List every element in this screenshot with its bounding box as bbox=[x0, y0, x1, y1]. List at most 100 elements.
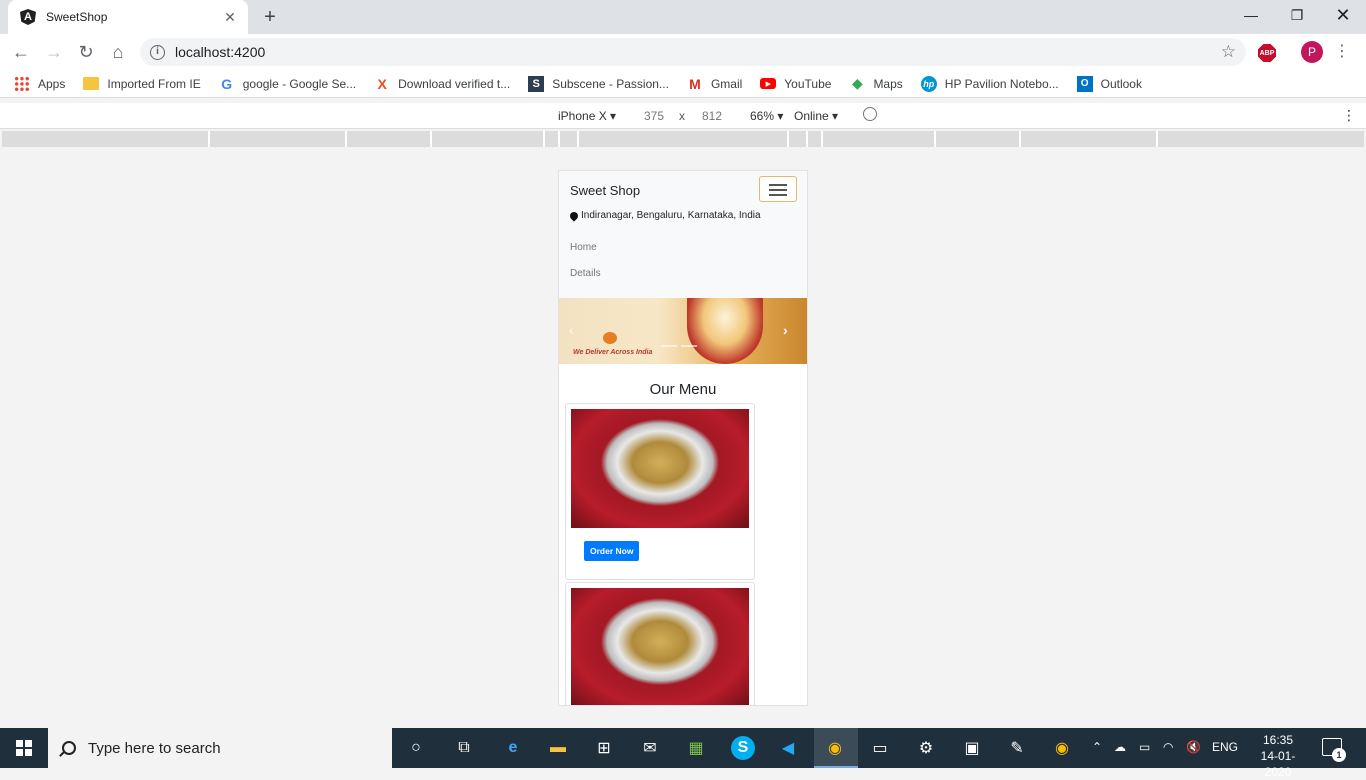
restore-button[interactable]: ❐ bbox=[1274, 0, 1320, 30]
bookmark-maps[interactable]: ◆ Maps bbox=[849, 75, 903, 92]
taskbar-search-placeholder: Type here to search bbox=[88, 739, 221, 757]
hp-icon: hp bbox=[920, 75, 937, 92]
wifi-icon[interactable]: ◠ bbox=[1163, 740, 1173, 754]
onedrive-cloud-icon[interactable]: ☁ bbox=[1114, 740, 1126, 754]
viewport-height-input[interactable]: 812 bbox=[702, 109, 722, 123]
back-arrow-icon[interactable]: ← bbox=[9, 40, 33, 64]
rotate-icon[interactable] bbox=[863, 107, 877, 121]
mail-icon[interactable]: ✉ bbox=[638, 736, 662, 760]
tray-chevron-up-icon[interactable]: ⌃ bbox=[1092, 740, 1102, 754]
site-info-icon[interactable]: i bbox=[150, 44, 165, 60]
reload-icon[interactable]: ↻ bbox=[74, 40, 98, 64]
command-prompt-icon[interactable]: ▣ bbox=[960, 736, 984, 760]
device-more-options-icon[interactable]: ⋮ bbox=[1342, 107, 1356, 124]
browser-tab[interactable]: A SweetShop ✕ bbox=[8, 0, 248, 34]
close-tab-icon[interactable]: ✕ bbox=[222, 9, 238, 26]
taskbar-search[interactable]: Type here to search bbox=[48, 728, 392, 768]
maps-icon: ◆ bbox=[852, 75, 863, 91]
bookmark-label: Maps bbox=[873, 76, 903, 91]
forward-arrow-icon[interactable]: → bbox=[42, 40, 66, 64]
volume-muted-icon[interactable]: 🔇 bbox=[1186, 740, 1201, 754]
bookmark-subscene[interactable]: S Subscene - Passion... bbox=[528, 75, 669, 92]
apps-grid-icon bbox=[14, 75, 30, 92]
navbar-toggler-button[interactable] bbox=[759, 176, 797, 202]
app-navbar: Sweet Shop Indiranagar, Bengaluru, Karna… bbox=[559, 171, 807, 298]
input-language[interactable]: ENG bbox=[1212, 740, 1238, 754]
nav-link-details[interactable]: Details bbox=[570, 268, 601, 279]
chrome-menu-icon[interactable]: ⋮ bbox=[1334, 42, 1350, 62]
new-tab-button[interactable]: + bbox=[258, 6, 282, 28]
system-clock[interactable]: 16:35 14-01-2020 bbox=[1252, 732, 1304, 780]
carousel-next-icon[interactable]: › bbox=[783, 322, 788, 338]
carousel-indicator[interactable] bbox=[681, 345, 697, 347]
chrome-icon[interactable]: ◉ bbox=[1050, 736, 1074, 760]
search-icon bbox=[62, 741, 76, 755]
bookmark-label: Outlook bbox=[1100, 76, 1142, 91]
sticky-notes-icon[interactable]: ▦ bbox=[684, 736, 708, 760]
adblock-plus-icon[interactable]: ABP bbox=[1258, 44, 1276, 62]
angular-favicon-icon: A bbox=[20, 9, 36, 25]
banner-carousel: We Deliver Across India ‹ › bbox=[559, 298, 807, 364]
start-button[interactable] bbox=[0, 728, 48, 768]
chrome-icon[interactable]: ◉ bbox=[823, 736, 847, 760]
vscode-icon[interactable]: ◀ bbox=[776, 736, 800, 760]
bookmark-google[interactable]: Ggoogle - Google Se... bbox=[219, 76, 356, 92]
bookmark-imported-from-ie[interactable]: Imported From IE bbox=[83, 76, 201, 91]
clock-time: 16:35 bbox=[1262, 733, 1294, 747]
file-explorer-icon[interactable]: ▬ bbox=[546, 736, 570, 760]
paint-icon[interactable]: ✎ bbox=[1005, 736, 1029, 760]
media-query-bar[interactable] bbox=[2, 131, 1364, 147]
nav-link-home[interactable]: Home bbox=[570, 242, 597, 253]
bookmark-gmail[interactable]: M Gmail bbox=[687, 76, 742, 92]
address-bar[interactable]: i localhost:4200 ☆ bbox=[140, 38, 1246, 66]
folder-icon bbox=[83, 77, 100, 90]
remote-desktop-icon[interactable]: ▭ bbox=[868, 736, 892, 760]
minimize-button[interactable]: — bbox=[1228, 0, 1274, 30]
bookmark-label: Apps bbox=[38, 76, 66, 91]
brand-name[interactable]: Sweet Shop bbox=[570, 183, 640, 198]
bookmark-outlook[interactable]: O Outlook bbox=[1076, 75, 1142, 92]
media-query-divider bbox=[1156, 131, 1158, 147]
hamburger-line bbox=[769, 194, 787, 196]
bookmark-apps[interactable]: Apps bbox=[14, 75, 66, 92]
location-text: Indiranagar, Bengaluru, Karnataka, India bbox=[581, 210, 761, 221]
bookmark-star-icon[interactable]: ☆ bbox=[1221, 42, 1236, 62]
carousel-indicator[interactable] bbox=[661, 345, 677, 347]
bookmark-download-verified[interactable]: X Download verified t... bbox=[374, 76, 510, 92]
bookmark-label: Subscene - Passion... bbox=[552, 76, 669, 91]
google-icon: G bbox=[221, 75, 233, 92]
viewport-width-input[interactable]: 375 bbox=[644, 109, 664, 123]
gmail-icon: M bbox=[689, 75, 701, 92]
menu-card: Order Now bbox=[565, 403, 755, 580]
menu-card bbox=[565, 582, 755, 705]
media-query-divider bbox=[806, 131, 808, 147]
device-select[interactable]: iPhone X ▾ bbox=[558, 109, 616, 123]
battery-icon[interactable]: ▭ bbox=[1139, 740, 1150, 754]
media-query-divider bbox=[821, 131, 823, 147]
bookmark-label: Imported From IE bbox=[107, 76, 201, 91]
skype-icon[interactable]: S bbox=[731, 736, 755, 760]
carousel-prev-icon[interactable]: ‹ bbox=[569, 322, 574, 338]
network-throttle-select[interactable]: Online ▾ bbox=[794, 109, 838, 123]
bookmark-label: google - Google Se... bbox=[242, 76, 357, 91]
bookmark-label: Gmail bbox=[710, 76, 743, 91]
zoom-value: 66% bbox=[750, 109, 775, 123]
close-window-button[interactable]: ✕ bbox=[1320, 0, 1366, 30]
home-icon[interactable]: ⌂ bbox=[106, 40, 130, 64]
url-text[interactable]: localhost:4200 bbox=[175, 44, 1221, 60]
task-view-icon[interactable]: ⧉ bbox=[452, 736, 476, 760]
settings-gear-icon[interactable]: ⚙ bbox=[914, 736, 938, 760]
media-query-divider bbox=[430, 131, 432, 147]
bookmark-hp-pavilion[interactable]: hp HP Pavilion Notebo... bbox=[920, 75, 1059, 92]
edge-icon[interactable]: e bbox=[501, 736, 525, 760]
media-query-divider bbox=[577, 131, 579, 147]
profile-avatar[interactable]: P bbox=[1301, 41, 1323, 63]
store-icon[interactable]: ⊞ bbox=[592, 736, 616, 760]
bookmark-youtube[interactable]: ▶ YouTube bbox=[760, 77, 831, 91]
order-now-button[interactable]: Order Now bbox=[584, 541, 640, 561]
banner-logo bbox=[603, 332, 617, 344]
cortana-icon[interactable]: ○ bbox=[404, 736, 428, 760]
tab-title: SweetShop bbox=[46, 10, 108, 24]
menu-heading: Our Menu bbox=[649, 381, 717, 398]
zoom-select[interactable]: 66% ▾ bbox=[750, 109, 783, 123]
